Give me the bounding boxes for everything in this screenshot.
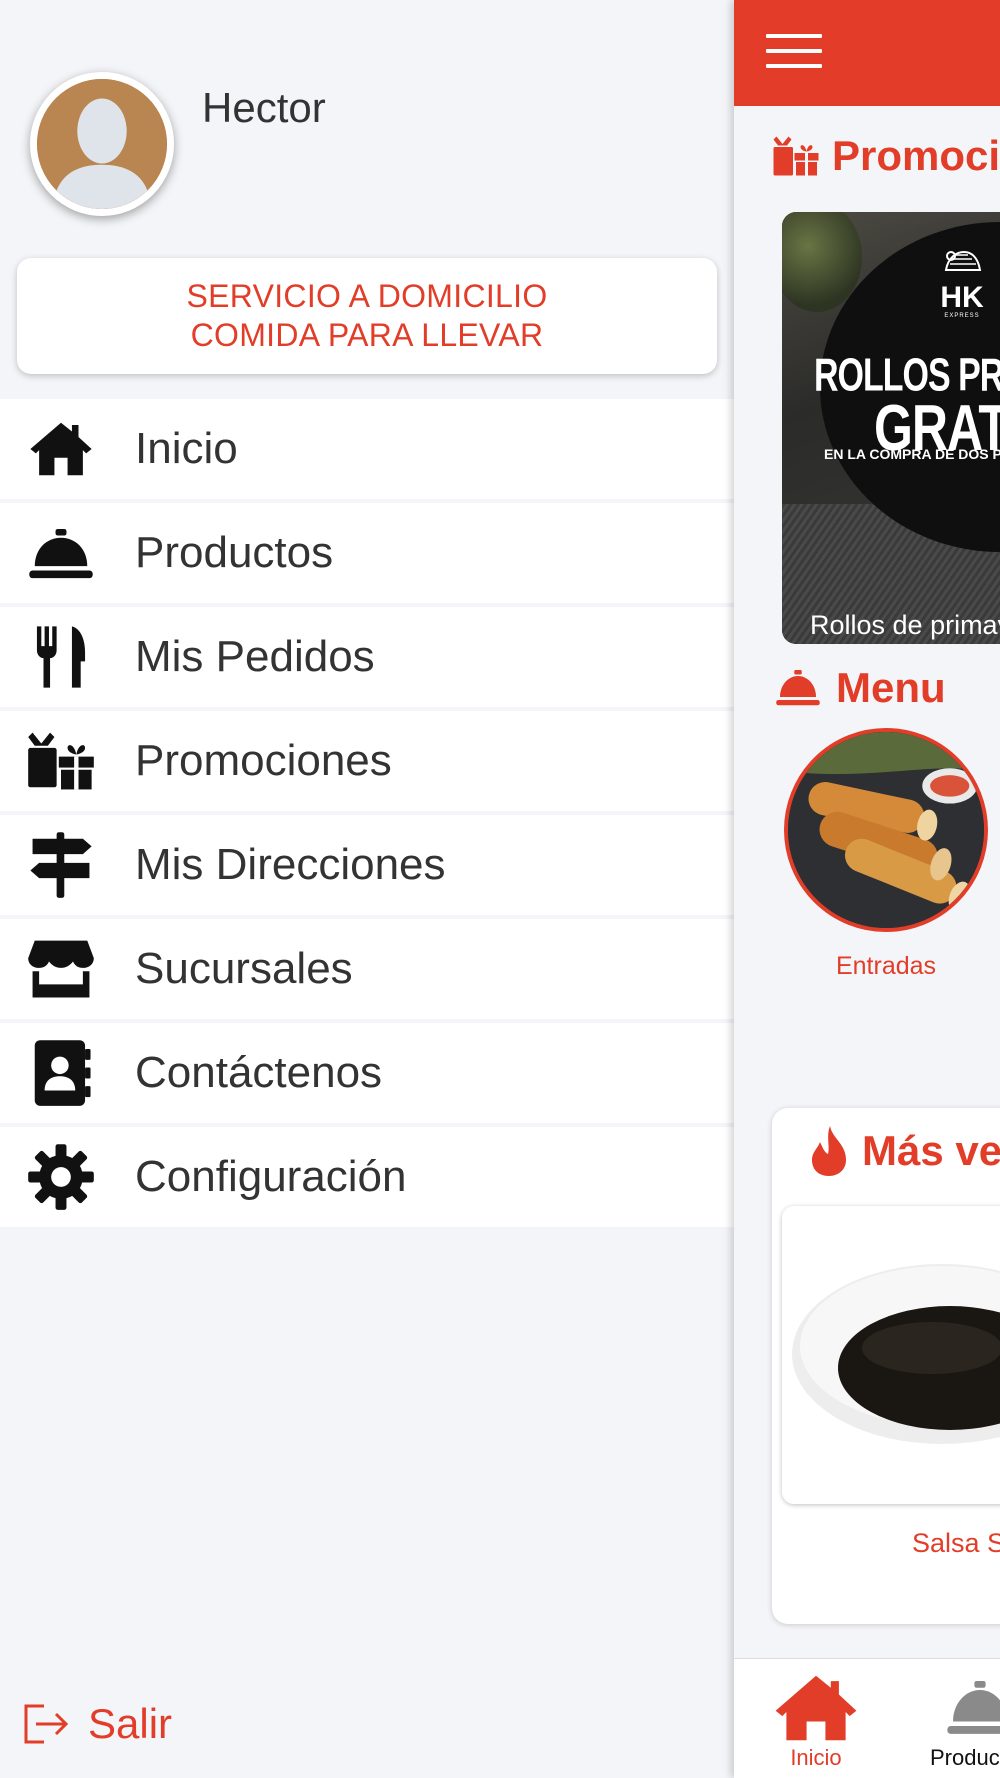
menu-item-label: Inicio — [135, 424, 238, 473]
logout-label: Salir — [88, 1700, 173, 1747]
best-sellers-card: Más vendidos Salsa Soya — [772, 1108, 1000, 1624]
main-panel: Promociones HK EXPRESS ROLLOS PRIMAVERA … — [734, 0, 1000, 1778]
promo-card[interactable]: HK EXPRESS ROLLOS PRIMAVERA GRATIS EN LA… — [782, 212, 1000, 644]
menu-item-label: Productos — [135, 528, 334, 577]
menu-item-label: Mis Direcciones — [135, 840, 446, 889]
spring-rolls-image — [788, 732, 984, 928]
bottom-tab-bar: Inicio Productos — [734, 1658, 1000, 1778]
user-placeholder-icon — [37, 79, 167, 209]
best-seller-caption: Salsa Soya — [912, 1528, 1000, 1558]
side-drawer: Hector SERVICIO A DOMICILIO COMIDA PARA … — [0, 0, 734, 1778]
category-label: Entradas — [835, 952, 937, 980]
category-image-entradas[interactable] — [784, 728, 988, 932]
service-type-card[interactable]: SERVICIO A DOMICILIO COMIDA PARA LLEVAR — [17, 258, 717, 374]
best-seller-image[interactable] — [782, 1206, 1000, 1504]
top-bar — [734, 0, 1000, 106]
menu-item-mis-direcciones[interactable]: Mis Direcciones — [0, 815, 734, 919]
tab-label: Inicio — [790, 1745, 842, 1770]
menu-item-label: Mis Pedidos — [135, 632, 375, 681]
menu-item-label: Configuración — [135, 1152, 407, 1201]
sign-out-icon — [24, 1704, 69, 1744]
menu-item-productos[interactable]: Productos — [0, 503, 734, 607]
gifts-icon — [26, 726, 96, 796]
service-bell-icon — [776, 670, 820, 706]
promo-caption: Rollos de primavera — [810, 610, 1000, 640]
home-icon — [26, 414, 96, 484]
promotions-title: Promociones — [832, 132, 1000, 179]
tab-productos[interactable]: Productos — [930, 1673, 1000, 1771]
fire-icon — [812, 1126, 846, 1176]
menu-item-inicio[interactable]: Inicio — [0, 399, 734, 503]
best-sellers-section-title: Más vendidos — [808, 1124, 1000, 1178]
service-bell-icon — [946, 1681, 1000, 1734]
menu-item-promociones[interactable]: Promociones — [0, 711, 734, 815]
tab-label: Productos — [930, 1745, 1000, 1770]
home-icon — [775, 1675, 857, 1741]
menu-item-mis-pedidos[interactable]: Mis Pedidos — [0, 607, 734, 711]
hk-logo: HK EXPRESS — [932, 250, 992, 319]
user-name: Hector — [202, 84, 326, 131]
menu-section-title: Menu — [772, 664, 946, 712]
address-book-icon — [26, 1038, 96, 1108]
service-line-delivery: SERVICIO A DOMICILIO — [186, 278, 548, 314]
menu-item-contactenos[interactable]: Contáctenos — [0, 1023, 734, 1127]
menu-item-configuracion[interactable]: Configuración — [0, 1127, 734, 1231]
hk-logo-text: HK — [940, 281, 984, 314]
menu-title: Menu — [836, 664, 946, 711]
menu-item-label: Sucursales — [135, 944, 353, 993]
promo-headline-3: EN LA COMPRA DE DOS PLATILLOS — [824, 446, 1000, 462]
hamburger-menu-icon[interactable] — [766, 34, 822, 70]
logout-button[interactable]: Salir — [22, 1700, 172, 1748]
menu-item-label: Promociones — [135, 736, 392, 785]
best-sellers-title: Más vendidos — [862, 1127, 1000, 1174]
signpost-icon — [26, 830, 96, 900]
gifts-icon — [773, 136, 819, 176]
menu-item-label: Contáctenos — [135, 1048, 383, 1097]
promotions-section-title: Promociones — [772, 132, 1000, 180]
drawer-menu: Inicio Productos Mis Pedidos Promociones… — [0, 399, 734, 1231]
service-line-takeout: COMIDA PARA LLEVAR — [190, 317, 544, 353]
gear-icon — [26, 1142, 96, 1212]
tab-inicio[interactable]: Inicio — [772, 1673, 860, 1771]
hk-logo-mark — [944, 250, 982, 271]
avatar[interactable] — [30, 72, 174, 216]
utensils-icon — [26, 622, 96, 692]
soy-sauce-bowl-image — [782, 1206, 1000, 1504]
menu-item-sucursales[interactable]: Sucursales — [0, 919, 734, 1023]
store-icon — [26, 934, 96, 1004]
service-bell-icon — [26, 518, 96, 588]
